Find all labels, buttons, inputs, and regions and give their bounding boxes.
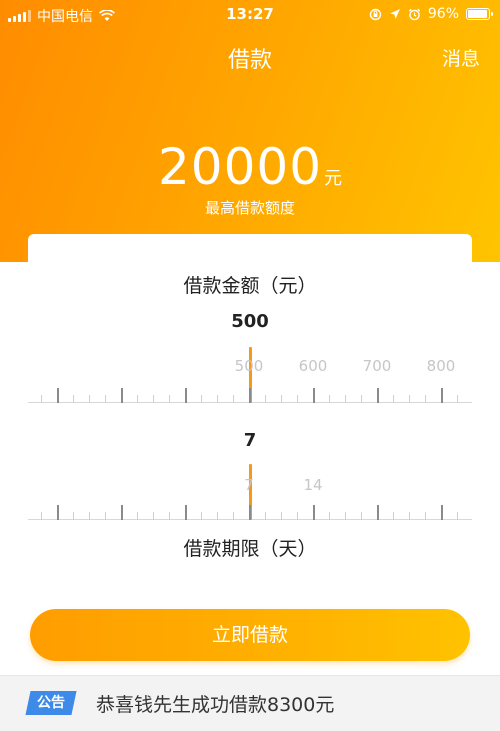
- ruler-minor-tick: [217, 512, 218, 520]
- ruler-minor-tick: [329, 512, 330, 520]
- ruler-major-tick: [121, 505, 123, 520]
- page-title: 借款: [227, 48, 272, 73]
- ruler-minor-tick: [41, 395, 42, 403]
- ruler-major-tick: [441, 505, 443, 520]
- header-background: [0, 0, 500, 262]
- status-bar: 中国电信 13:27 96%: [0, 0, 500, 30]
- amount-tick-label: 600: [298, 357, 328, 375]
- ruler-minor-tick: [153, 512, 154, 520]
- battery-percent: 96%: [427, 6, 459, 22]
- ruler-minor-tick: [425, 395, 426, 403]
- ruler-minor-tick: [105, 512, 106, 520]
- ruler-minor-tick: [457, 512, 458, 520]
- ruler-minor-tick: [345, 395, 346, 403]
- notice-bar: 公告 恭喜钱先生成功借款8300元: [0, 675, 500, 731]
- notice-badge-label: 公告: [37, 695, 65, 711]
- credit-limit: 20000 元: [0, 138, 500, 196]
- ruler-minor-tick: [201, 395, 202, 403]
- ruler-minor-tick: [153, 395, 154, 403]
- amount-title: 借款金额（元）: [183, 275, 317, 297]
- ruler-minor-tick: [393, 395, 394, 403]
- notice-text: 恭喜钱先生成功借款8300元: [96, 694, 335, 716]
- ruler-minor-tick: [137, 395, 138, 403]
- ruler-major-tick: [377, 388, 379, 403]
- ruler-minor-tick: [73, 512, 74, 520]
- term-tick-label: 14: [303, 476, 323, 494]
- ruler-minor-tick: [409, 512, 410, 520]
- ruler-minor-tick: [329, 395, 330, 403]
- term-title: 借款期限（天）: [183, 538, 317, 560]
- messages-link[interactable]: 消息: [442, 44, 480, 71]
- credit-limit-unit: 元: [324, 168, 343, 189]
- ruler-minor-tick: [41, 512, 42, 520]
- ruler-minor-tick: [409, 395, 410, 403]
- ruler-minor-tick: [297, 395, 298, 403]
- ruler-major-tick: [57, 505, 59, 520]
- ruler-minor-tick: [281, 395, 282, 403]
- amount-tick-label: 800: [426, 357, 456, 375]
- battery-level: [468, 10, 488, 18]
- amount-value: 500: [231, 311, 269, 332]
- ruler-minor-tick: [281, 512, 282, 520]
- ruler-major-tick: [441, 388, 443, 403]
- ruler-minor-tick: [345, 512, 346, 520]
- ruler-minor-tick: [73, 395, 74, 403]
- status-right: 96%: [369, 6, 493, 22]
- ruler-major-tick: [121, 388, 123, 403]
- ruler-minor-tick: [233, 512, 234, 520]
- term-tick-label: 7: [244, 476, 254, 494]
- credit-limit-amount: 20000: [157, 138, 323, 196]
- notice-badge: 公告: [25, 691, 77, 715]
- ruler-minor-tick: [217, 395, 218, 403]
- ruler-minor-tick: [169, 512, 170, 520]
- ruler-minor-tick: [105, 395, 106, 403]
- ruler-minor-tick: [393, 512, 394, 520]
- ruler-minor-tick: [361, 395, 362, 403]
- ruler-major-tick: [313, 505, 315, 520]
- term-ruler-slider[interactable]: 7 14: [28, 460, 472, 520]
- ruler-minor-tick: [265, 395, 266, 403]
- ruler-minor-tick: [265, 512, 266, 520]
- ruler-minor-tick: [297, 512, 298, 520]
- ruler-major-tick: [313, 388, 315, 403]
- ruler-major-tick: [249, 505, 251, 520]
- ruler-major-tick: [57, 388, 59, 403]
- borrow-now-button[interactable]: 立即借款: [30, 609, 470, 661]
- ruler-minor-tick: [137, 512, 138, 520]
- amount-tick-label: 700: [362, 357, 392, 375]
- ruler-minor-tick: [169, 395, 170, 403]
- ruler-major-tick: [249, 388, 251, 403]
- ruler-minor-tick: [89, 512, 90, 520]
- alarm-icon: [408, 8, 421, 20]
- ruler-major-tick: [377, 505, 379, 520]
- battery-icon: [466, 8, 493, 20]
- ruler-minor-tick: [425, 512, 426, 520]
- term-value: 7: [243, 430, 257, 451]
- ruler-minor-tick: [201, 512, 202, 520]
- orientation-lock-icon: [369, 8, 382, 20]
- credit-limit-label: 最高借款额度: [204, 199, 295, 217]
- ruler-minor-tick: [233, 395, 234, 403]
- ruler-minor-tick: [457, 395, 458, 403]
- location-arrow-icon: [389, 9, 400, 19]
- amount-tick-label: 500: [234, 357, 264, 375]
- amount-ruler-slider[interactable]: 500 600 700 800: [28, 343, 472, 403]
- ruler-minor-tick: [89, 395, 90, 403]
- ruler-major-tick: [185, 388, 187, 403]
- ruler-minor-tick: [361, 512, 362, 520]
- ruler-major-tick: [185, 505, 187, 520]
